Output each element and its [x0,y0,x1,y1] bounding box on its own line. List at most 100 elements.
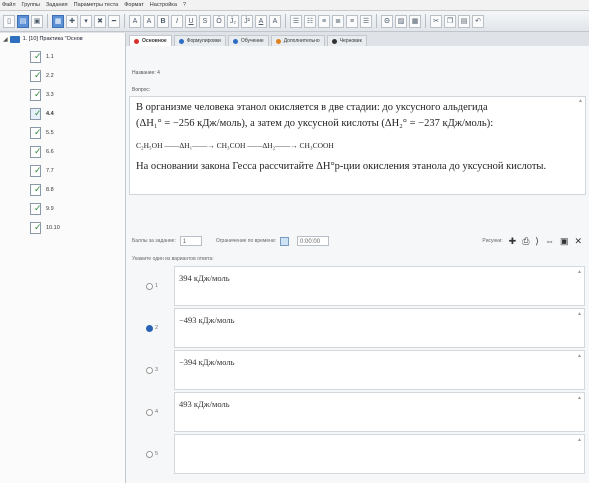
scroll-up-icon[interactable]: ▲ [577,437,582,443]
numbered-list-icon[interactable]: ☷ [304,14,316,28]
paste-icon[interactable]: ▤ [458,14,470,28]
font-shrink-button[interactable]: A [143,14,155,28]
score-label: Баллы за задание: [132,238,176,244]
cut-icon[interactable]: ✂ [430,14,442,28]
task-check-icon [30,50,42,63]
menu-format[interactable]: Формат [124,2,144,8]
tab-main[interactable]: Основное [129,35,172,46]
task-check-icon [30,88,42,101]
scroll-up-icon[interactable]: ▲ [578,99,583,104]
tab-draft[interactable]: Черновик [326,35,367,46]
move-right-icon[interactable]: ⟩ [535,236,539,247]
tree-item-2[interactable]: 2.2 [0,67,125,84]
font-color-button[interactable]: A [255,14,267,28]
answer-number: 1 [154,283,159,289]
tree-item-3[interactable]: 3.3 [0,86,125,103]
question-line-2: (ΔH₁° = −256 кДж/моль), а затем до уксус… [136,118,494,129]
answer-editor-1[interactable]: 394 кДж/моль ▲ [174,266,585,306]
font-grow-button[interactable]: A [129,14,141,28]
tree-root[interactable]: ◢ 1. [10] Практика "Основ [0,33,125,45]
save-picture-icon[interactable]: ⎙ [522,236,529,247]
dropdown-icon[interactable]: ▾ [80,14,92,28]
superscript-button[interactable]: Ĵ² [241,14,253,28]
toolbar-divider [47,14,48,28]
scroll-up-icon[interactable]: ▲ [577,353,582,359]
bold-button[interactable]: B [157,14,169,28]
answer-editor-2[interactable]: −493 кДж/моль ▲ [174,308,585,348]
tree-item-label: 9.9 [46,205,54,212]
answer-row-4: 4 493 кДж/моль ▲ [130,392,585,432]
answer-radio-1[interactable]: 1 [130,266,174,306]
answer-text: −394 кДж/моль [179,357,235,367]
tree-item-7[interactable]: 7.7 [0,162,125,179]
tree-item-5[interactable]: 5.5 [0,124,125,141]
time-limit-spinner[interactable]: 0:00:00 [297,236,330,246]
radio-icon [145,450,153,458]
tree-root-label: 1. [10] Практика "Основ [22,36,83,42]
answer-number: 2 [154,325,159,331]
formula-icon[interactable]: Θ [381,14,393,28]
settings-icon[interactable]: ▣ [560,236,569,247]
open-icon[interactable]: ▤ [17,14,29,28]
align-center-icon[interactable]: ≣ [332,14,344,28]
align-left-icon[interactable]: ≡ [318,14,330,28]
menu-settings[interactable]: Настройка [150,2,177,8]
strike-button[interactable]: S [199,14,211,28]
toolbar-divider [425,14,426,28]
name-field[interactable]: Название: 4 [132,70,160,76]
subscript-button[interactable]: Ĵ₂ [227,14,239,28]
align-right-icon[interactable]: ≡ [346,14,358,28]
tab-additional[interactable]: Дополнительно [270,35,325,46]
time-limit-checkbox[interactable] [280,236,290,246]
undo-icon[interactable]: ↶ [472,14,484,28]
answer-editor-3[interactable]: −394 кДж/моль ▲ [174,350,585,390]
scroll-up-icon[interactable]: ▲ [577,311,582,317]
tree-item-9[interactable]: 9.9 [0,200,125,217]
answer-radio-3[interactable]: 3 [130,350,174,390]
collapse-arrow-icon[interactable]: ◢ [3,36,8,43]
bullet-list-icon[interactable]: ☰ [290,14,302,28]
table-icon[interactable]: ▦ [409,14,421,28]
menu-help[interactable]: ? [183,2,186,8]
swap-icon[interactable]: ⇔ [545,236,554,246]
tree-item-label: 8.8 [46,186,54,193]
delete-icon[interactable]: ✖ [94,14,106,28]
tab-bar: Основное Формулировки Обучение Дополните… [126,34,589,46]
question-editor[interactable]: В организме человека этанол окисляется в… [129,96,586,195]
scroll-up-icon[interactable]: ▲ [577,395,582,401]
add-picture-icon[interactable]: ✚ [509,236,517,247]
tree-item-label: 10.10 [46,224,60,231]
add-task-icon[interactable]: ▦ [52,14,64,28]
special-char-button[interactable]: Ö [213,14,225,28]
tab-formulations[interactable]: Формулировки [173,35,226,46]
tree-item-4[interactable]: 4.4 [0,105,125,122]
score-spinner[interactable]: 1 [179,236,202,246]
answer-radio-2[interactable]: 2 [130,308,174,348]
image-icon[interactable]: ▨ [395,14,407,28]
answer-editor-4[interactable]: 493 кДж/моль ▲ [174,392,585,432]
scroll-up-icon[interactable]: ▲ [577,269,582,275]
tree-item-6[interactable]: 6.6 [0,143,125,160]
close-icon[interactable]: ✕ [574,236,582,247]
answer-radio-5[interactable]: 5 [130,434,174,474]
tab-learning[interactable]: Обучение [227,35,269,46]
save-icon[interactable]: ▣ [31,14,43,28]
menu-file[interactable]: Файл [2,2,16,8]
menu-test-params[interactable]: Параметры теста [74,2,119,8]
task-check-icon [30,183,42,196]
tree-item-10[interactable]: 10.10 [0,219,125,236]
remove-icon[interactable]: ━ [108,14,120,28]
new-icon[interactable]: ▯ [3,14,15,28]
menu-tasks[interactable]: Задания [46,2,68,8]
add-icon[interactable]: ✚ [66,14,78,28]
copy-icon[interactable]: ❐ [444,14,456,28]
highlight-button[interactable]: A [269,14,281,28]
answer-radio-4[interactable]: 4 [130,392,174,432]
tree-item-1[interactable]: 1.1 [0,48,125,65]
answer-editor-5[interactable]: ▲ [174,434,585,474]
menu-groups[interactable]: Группы [22,2,40,8]
italic-button[interactable]: I [171,14,183,28]
underline-button[interactable]: U [185,14,197,28]
justify-icon[interactable]: ☰ [360,14,372,28]
tree-item-8[interactable]: 8.8 [0,181,125,198]
